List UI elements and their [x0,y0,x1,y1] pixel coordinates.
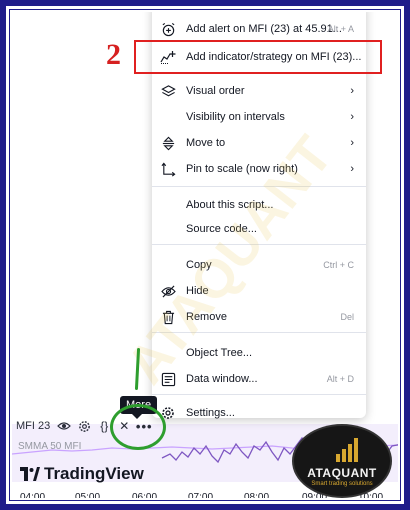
menu-item-add-alert[interactable]: Add alert on MFI (23) at 45.91... Alt + … [152,16,366,42]
menu-item-label: Add alert on MFI (23) at 45.91... [186,23,342,35]
indicator-name[interactable]: MFI 23 [16,420,50,432]
menu-item-shortcut: Alt + A [327,24,354,34]
badge-tagline: Smart trading solutions [311,481,373,487]
menu-separator [152,244,366,245]
menu-item-remove[interactable]: Remove Del [152,304,366,330]
menu-item-label: Settings... [186,407,235,419]
highlight-box [134,40,382,74]
chevron-right-icon: › [350,85,354,97]
alarm-clock-plus-icon [160,21,176,37]
eye-icon[interactable] [56,418,72,434]
menu-item-label: Data window... [186,373,258,385]
menu-item-label: Visibility on intervals [186,111,285,123]
menu-item-move-to[interactable]: Move to › [152,130,366,156]
chevron-right-icon: › [350,137,354,149]
step-number: 2 [106,38,121,71]
menu-item-label: Pin to scale (now right) [186,163,298,175]
time-tick: 08:00 [244,492,270,500]
trash-icon [160,309,176,325]
time-tick: 05:00 [75,492,101,500]
bar-chart-logo-icon [336,438,358,462]
menu-item-data-window[interactable]: Data window... Alt + D [152,366,366,392]
screenshot-canvas: MFI 23 {} ✕ ••• SMMA 50 MFI TradingView … [9,9,401,501]
menu-item-label: Source code... [186,223,257,235]
time-tick: 04:00 [20,492,46,500]
chevron-right-icon: › [350,111,354,123]
menu-item-label: About this script... [186,199,274,211]
menu-item-label: Move to [186,137,226,149]
menu-item-shortcut: Del [340,312,354,322]
menu-item-pin-to-scale[interactable]: Pin to scale (now right) › [152,156,366,182]
menu-item-hide[interactable]: Hide [152,278,366,304]
menu-item-label: Visual order [186,85,245,97]
tradingview-logo: TradingView [20,464,144,484]
menu-item-source-code[interactable]: Source code... [152,216,366,242]
menu-item-label: Hide [186,285,209,297]
menu-item-object-tree[interactable]: Object Tree... [152,340,366,366]
annotation-circle [110,404,166,450]
menu-item-label: Object Tree... [186,347,253,359]
ataquant-badge: ATAQUANT Smart trading solutions [294,426,390,496]
eye-off-icon [160,283,176,299]
pin-scale-icon [160,161,176,177]
layers-icon [160,83,176,99]
smma-legend: SMMA 50 MFI [18,441,82,452]
annotation-line [134,347,141,391]
time-tick: 10:00 [358,492,384,500]
tradingview-wordmark: TradingView [44,464,144,483]
outer-frame: MFI 23 {} ✕ ••• SMMA 50 MFI TradingView … [0,0,410,510]
move-vertical-icon [160,135,176,151]
menu-item-shortcut: Ctrl + C [323,260,354,270]
tradingview-mark-icon [20,467,40,481]
menu-item-shortcut: Alt + D [326,374,354,384]
menu-item-about-script[interactable]: About this script... [152,192,366,218]
menu-item-settings[interactable]: Settings... [152,400,366,426]
menu-separator [152,394,366,395]
menu-item-visibility-intervals[interactable]: Visibility on intervals › [152,104,366,130]
menu-separator [152,332,366,333]
chevron-right-icon: › [350,163,354,175]
menu-separator [152,186,366,187]
time-tick: 06:00 [132,492,158,500]
data-window-icon [160,371,176,387]
badge-name: ATAQUANT [307,466,377,480]
time-tick: 07:00 [188,492,214,500]
menu-item-copy[interactable]: Copy Ctrl + C [152,252,366,278]
gear-icon[interactable] [76,418,92,434]
menu-item-label: Copy [186,259,212,271]
menu-item-visual-order[interactable]: Visual order › [152,78,366,104]
menu-item-label: Remove [186,311,227,323]
